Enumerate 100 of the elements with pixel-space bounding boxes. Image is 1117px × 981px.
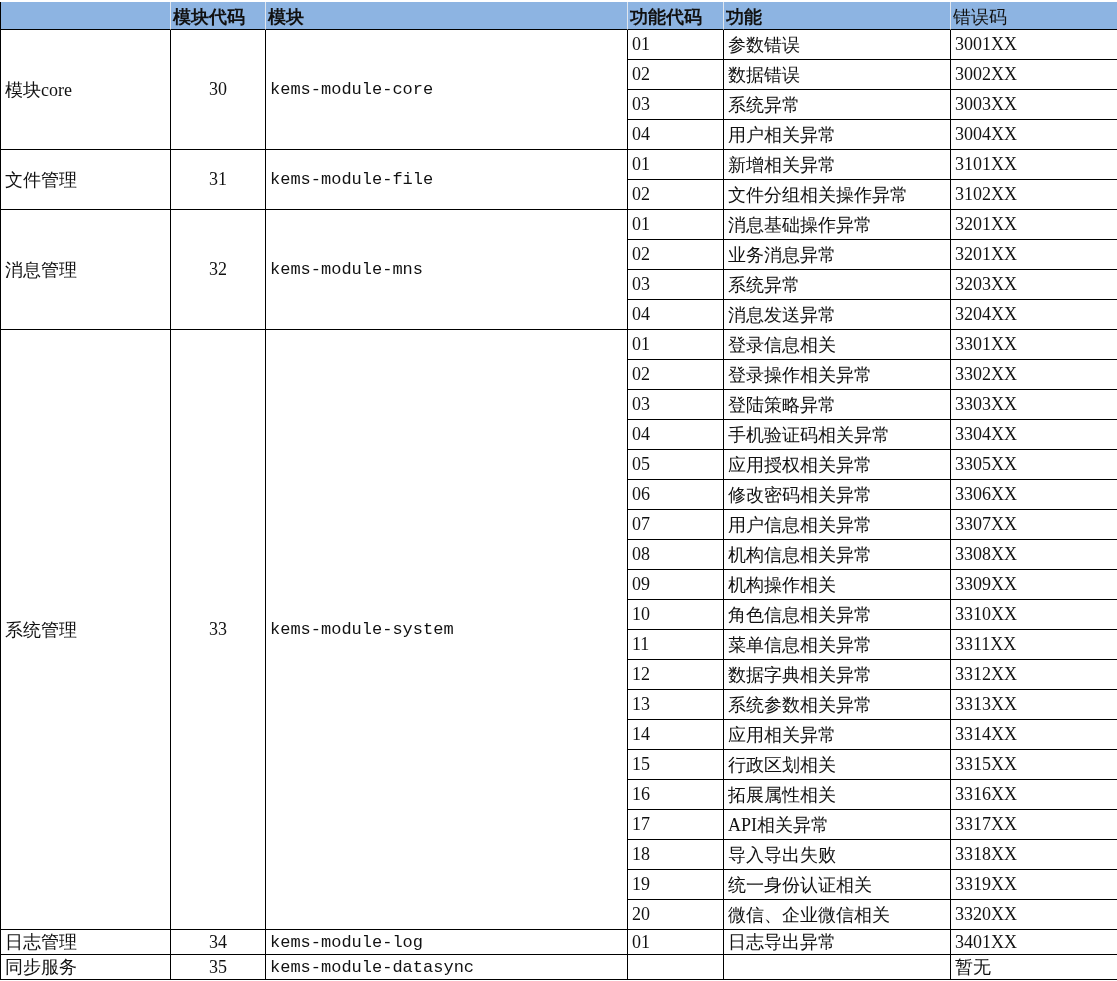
table-cell-text: 机构操作相关 [728,573,836,597]
table-cell-text: 机构信息相关异常 [728,543,872,567]
table-cell: 04 [632,124,650,145]
table-cell: kems-module-core [270,80,434,99]
table-cell: 3003XX [955,94,1017,115]
table-cell: 11 [632,634,650,655]
table-cell: 03 [632,394,650,415]
table-cell: 3313XX [955,694,1017,715]
table-cell: 3004XX [955,124,1017,145]
table-cell: 09 [632,574,650,595]
column-header: 功能代码 [630,6,702,29]
table-cell: kems-module-datasync [270,957,475,977]
table-cell-text: 登录操作相关异常 [728,363,872,387]
table-cell-text: 日志导出异常 [728,931,836,954]
table-cell-text: 日志管理 [5,931,77,954]
table-cell: 02 [632,184,650,205]
table-cell-text: 导入导出失败 [728,843,836,867]
table-cell: 3315XX [955,754,1017,775]
table-cell-text: 暂无 [955,956,991,979]
table-cell: 3316XX [955,784,1017,805]
table-cell: 3314XX [955,724,1017,745]
table-cell-text: 应用相关异常 [728,723,836,747]
table-cell: 3002XX [955,64,1017,85]
column-header: 模块 [268,6,304,29]
table-cell: 19 [632,874,650,895]
table-cell-text: 用户信息相关异常 [728,513,872,537]
table-cell: 01 [632,154,650,175]
table-cell: 32 [209,259,227,280]
table-cell: 14 [632,724,650,745]
table-cell-text: 文件分组相关操作异常 [728,183,908,207]
table-cell-text: 修改密码相关异常 [728,483,872,507]
table-cell: 01 [632,334,650,355]
table-cell: 30 [209,79,227,100]
table-cell: 3317XX [955,814,1017,835]
table-cell: 3311XX [955,634,1017,655]
table-cell-text: 消息管理 [5,258,77,282]
table-cell: 3309XX [955,574,1017,595]
table-cell: 3310XX [955,604,1017,625]
table-cell: 02 [632,64,650,85]
table-cell: 3401XX [955,931,1017,953]
table-cell: 3320XX [955,904,1017,925]
table-cell: 13 [632,694,650,715]
table-cell: 18 [632,844,650,865]
table-cell: kems-module-mns [270,260,424,279]
table-cell-text: 数据字典相关异常 [728,663,872,687]
table-cell-text: 拓展属性相关 [728,783,836,807]
table-cell: 04 [632,304,650,325]
table-cell-text: 模块core [5,78,72,102]
table-cell: 15 [632,754,650,775]
table-cell: kems-module-system [270,620,454,639]
table-cell: 3306XX [955,484,1017,505]
table-cell: 06 [632,484,650,505]
table-cell: 3101XX [955,154,1017,175]
table-cell: 3304XX [955,424,1017,445]
table-cell-text: 统一身份认证相关 [728,873,872,897]
table-cell: 01 [632,34,650,55]
table-cell: 3312XX [955,664,1017,685]
column-header: 模块代码 [173,6,245,29]
table-cell-text: 手机验证码相关异常 [728,423,890,447]
table-cell: 12 [632,664,650,685]
table-cell: kems-module-log [270,932,424,952]
table-cell-text: 系统异常 [728,93,800,117]
column-header: 错误码 [953,6,1007,29]
table-cell: 10 [632,604,650,625]
table-cell: 3302XX [955,364,1017,385]
table-cell-text: 系统参数相关异常 [728,693,872,717]
table-cell: 02 [632,364,650,385]
column-header: 功能 [726,6,762,29]
table-cell: 16 [632,784,650,805]
table-cell-text: 角色信息相关异常 [728,603,872,627]
table-cell-text: 数据错误 [728,63,800,87]
table-cell: 3301XX [955,334,1017,355]
table-cell-text: 登陆策略异常 [728,393,836,417]
table-cell: 3204XX [955,304,1017,325]
table-cell: 05 [632,454,650,475]
table-cell-text: 新增相关异常 [728,153,836,177]
table-cell: 17 [632,814,650,835]
table-cell-text: 系统管理 [5,618,77,642]
table-cell-text: 同步服务 [5,956,77,979]
table-cell-text: 菜单信息相关异常 [728,633,872,657]
table-cell: 33 [209,619,227,640]
table-cell: 02 [632,244,650,265]
table-cell-text: 文件管理 [5,168,77,192]
table-cell: 08 [632,544,650,565]
table-cell: 01 [632,931,650,953]
table-cell-text: 应用授权相关异常 [728,453,872,477]
table-cell-text: 消息发送异常 [728,303,836,327]
table-cell-text: API相关异常 [728,813,829,837]
table-cell-text: 系统异常 [728,273,800,297]
table-cell-text: 微信、企业微信相关 [728,903,890,927]
table-cell-text: 登录信息相关 [728,333,836,357]
table-cell: 3305XX [955,454,1017,475]
table-cell: 3307XX [955,514,1017,535]
table-cell: 03 [632,94,650,115]
table-cell: 07 [632,514,650,535]
table-cell: 04 [632,424,650,445]
table-cell: 20 [632,904,650,925]
table-cell-text: 业务消息异常 [728,243,836,267]
table-cell: 3203XX [955,274,1017,295]
table-cell: 31 [209,169,227,190]
